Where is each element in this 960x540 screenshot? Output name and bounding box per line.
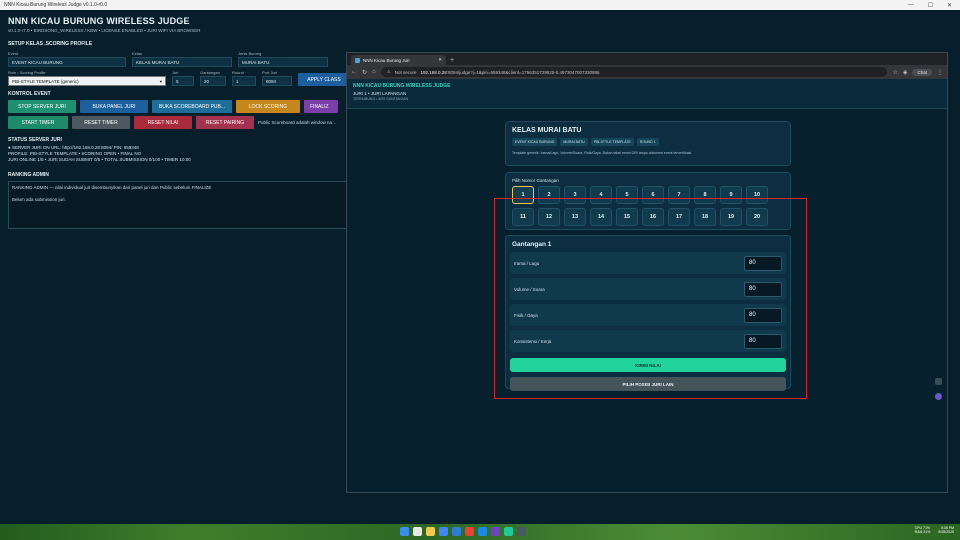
page-header: NNN KICAU BURUNG WIRELESS JUDGE JURI 1 •… — [347, 79, 947, 109]
class-description: Template generik: Irama/Lagu, Volume/Sua… — [512, 151, 693, 155]
annotation-highlight-box — [494, 198, 807, 399]
gantangan-input[interactable]: 20 — [200, 76, 226, 86]
lock-scoring-button[interactable]: LOCK SCORING — [236, 100, 300, 113]
chevron-down-icon: ▾ — [159, 79, 162, 84]
chip-bird: MURAI BATU — [560, 138, 588, 146]
port-input[interactable]: 8094 — [262, 76, 292, 86]
vscode-icon[interactable] — [452, 527, 461, 536]
kelas-label: Kelas — [132, 51, 143, 56]
jenis-input[interactable]: MURAI BATU — [238, 57, 328, 67]
gantangan-picker-label: Pilih Nomor Gantangan — [512, 178, 559, 183]
system-tray: CPU 71% RAM 21% 5:36 PM 8/28/2025 — [915, 526, 954, 534]
app-icon[interactable] — [517, 527, 526, 536]
round-input[interactable]: 1 — [232, 76, 256, 86]
app-icon[interactable] — [478, 527, 487, 536]
clock-date[interactable]: 8/28/2025 — [938, 530, 954, 534]
public-scoreboard-note: Public Scoreboard adalah window na… — [258, 120, 337, 125]
reset-pairing-button[interactable]: RESET PAIRING — [196, 116, 254, 129]
rule-label: Rule / Scoring Profile — [8, 70, 46, 75]
stop-server-button[interactable]: STOP SERVER JURI — [8, 100, 76, 113]
maximize-icon[interactable]: ☐ — [928, 2, 933, 9]
kelas-input[interactable]: KELAS MURAI BATU — [132, 57, 232, 67]
start-timer-button[interactable]: START TIMER — [8, 116, 68, 129]
ranking-line: Belum ada submission juri. — [12, 197, 66, 202]
reset-timer-button[interactable]: RESET TIMER — [72, 116, 130, 129]
star-icon[interactable]: ☆ — [892, 69, 897, 76]
ranking-textbox[interactable]: RANKING ADMIN — nilai individual juri di… — [8, 181, 348, 229]
reset-nilai-button[interactable]: RESET NILAI — [134, 116, 192, 129]
url-path: :8094/judge?j=1&pin=659348&client=175635… — [446, 69, 600, 75]
assistant-icon[interactable] — [935, 393, 942, 400]
apply-class-button[interactable]: APPLY CLASS — [298, 73, 350, 86]
new-tab-icon[interactable]: + — [446, 57, 458, 65]
app-title: NNN KICAU BURUNG WIRELESS JUDGE — [8, 16, 190, 26]
juri-input[interactable]: 5 — [172, 76, 194, 86]
taskbar: CPU 71% RAM 21% 5:36 PM 8/28/2025 — [0, 524, 960, 540]
setup-heading: SETUP KELAS ,SCORING PROFILE — [8, 41, 93, 47]
url-host: 192.168.0.28 — [420, 69, 447, 75]
class-title: KELAS MURAI BATU — [512, 127, 582, 134]
chip-round: ROUND 1 — [636, 138, 659, 146]
event-label: Event — [8, 51, 19, 56]
folder-icon[interactable] — [426, 527, 435, 536]
rule-select-value: PBI-STYLE TEMPLATE (generic) — [12, 79, 79, 84]
gantangan-label: Gantangan — [200, 70, 220, 75]
start-icon[interactable] — [400, 527, 409, 536]
round-label: Round — [232, 70, 244, 75]
close-icon[interactable]: ✕ — [947, 2, 952, 9]
minimize-icon[interactable]: — — [908, 2, 914, 9]
app-titlebar: NNN Kicau Burung Wireless Judge v0.1.0-r… — [0, 0, 960, 10]
app-icon[interactable] — [465, 527, 474, 536]
window-controls: — ☐ ✕ — [908, 2, 960, 9]
juri-label: Juri — [172, 70, 179, 75]
page-title: NNN KICAU BURUNG WIRELESS JUDGE — [353, 83, 451, 89]
browser-tabstrip: NNN Kicau Burung Juri ✕ + — [347, 53, 947, 65]
chrome-icon[interactable] — [439, 527, 448, 536]
chip-event: EVENT KICAU BURUNG — [512, 138, 558, 146]
buka-scoreboard-button[interactable]: BUKA SCOREBOARD PUB... — [152, 100, 232, 113]
jenis-label: Jenis Burung — [238, 51, 262, 56]
tab-close-icon[interactable]: ✕ — [438, 57, 442, 63]
app-icon[interactable] — [504, 527, 513, 536]
page-juri-label: JURI 1 • JURI LAPANGAN — [353, 91, 407, 96]
warning-icon: ⚠ — [386, 69, 391, 74]
home-icon[interactable]: ⌂ — [372, 69, 376, 75]
event-input[interactable]: EVENT KICAU BURUNG — [8, 57, 126, 67]
browser-tab-title: NNN Kicau Burung Juri — [363, 57, 410, 63]
browser-toolbar: ← ↻ ⌂ ⚠ Not secure 192.168.0.28:8094/jud… — [347, 65, 947, 79]
class-card: KELAS MURAI BATU EVENT KICAU BURUNG MURA… — [505, 121, 791, 166]
finalize-button[interactable]: FINALIZ — [304, 100, 338, 113]
page-connection-status: TERHUBUNG • 6/20 GANTANGAN — [353, 97, 409, 101]
menu-icon[interactable]: ⋮ — [937, 69, 943, 76]
search-icon[interactable] — [413, 527, 422, 536]
buka-panel-button[interactable]: BUKA PANEL JURI — [80, 100, 148, 113]
back-icon[interactable]: ← — [351, 69, 357, 75]
reload-icon[interactable]: ↻ — [362, 69, 367, 76]
browser-tab[interactable]: NNN Kicau Burung Juri ✕ — [351, 55, 446, 65]
app-window-title: NNN Kicau Burung Wireless Judge v0.1.0-r… — [4, 2, 108, 8]
app-subtitle: v0.1.0-r7.0 • BIRDSONG_WIRELESS / KBW • … — [8, 28, 201, 33]
port-label: Port Juri — [262, 70, 277, 75]
tray-ram: RAM 21% — [914, 530, 931, 534]
profile-chip[interactable]: Chat — [912, 68, 932, 76]
grid-icon[interactable] — [935, 378, 942, 385]
not-secure-label: Not secure — [394, 69, 417, 75]
rule-select[interactable]: PBI-STYLE TEMPLATE (generic) ▾ — [8, 76, 166, 86]
extensions-icon[interactable]: ◈ — [903, 69, 908, 76]
address-bar[interactable]: ⚠ Not secure 192.168.0.28:8094/judge?j=1… — [380, 67, 888, 77]
chip-profile: PBI-STYLE TEMPLATE — [590, 138, 634, 146]
app-icon[interactable] — [491, 527, 500, 536]
favicon-icon — [355, 57, 360, 63]
taskbar-icons — [400, 527, 526, 536]
